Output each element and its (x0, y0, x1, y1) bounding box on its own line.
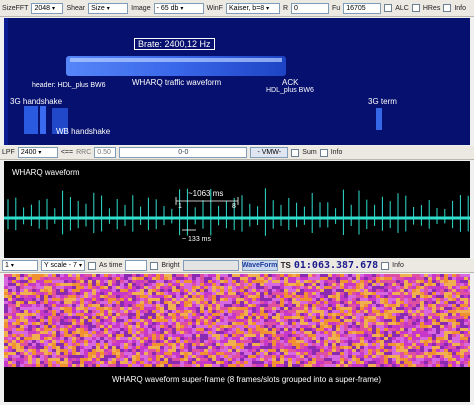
sizefft-select[interactable]: 2048 (31, 2, 64, 14)
term-3g-label: 3G term (368, 97, 397, 106)
ack-label: ACK (282, 78, 299, 87)
info-label-mid: Info (330, 149, 343, 156)
image-select[interactable]: - 65 db (153, 2, 204, 14)
filter-toolbar: LPF 2400 <== RRC 0.50 0-0 - VMW- Sum Inf… (0, 146, 474, 160)
header-note: header: HDL_plus BW6 (32, 82, 106, 89)
ack-note: HDL_plus BW6 (266, 87, 314, 94)
bright-checkbox[interactable] (150, 261, 159, 270)
lpf-label: LPF (2, 149, 15, 156)
channel-select[interactable]: 1 (2, 260, 38, 271)
fu-label: Fu (332, 4, 341, 12)
astime-label: As time (99, 262, 123, 269)
shear-select[interactable]: Size (88, 2, 129, 14)
traffic-label: WHARQ traffic waveform (132, 78, 222, 87)
r-label: R (282, 4, 289, 12)
superframe-caption: WHARQ waveform super-frame (8 frames/slo… (112, 375, 381, 384)
waveform-panel[interactable]: WHARQ waveform ~1063 ms 1 8 ~ 133 ms (4, 161, 470, 258)
astime-checkbox[interactable] (88, 261, 96, 270)
arrow-label: <== (60, 149, 74, 156)
rrc-input[interactable]: 0.50 (94, 147, 117, 158)
vmw-button[interactable]: - VMW- (250, 147, 289, 158)
sum-label: Sum (302, 149, 317, 156)
info-label-bottom: Info (392, 262, 404, 269)
waveform-title: WHARQ waveform (12, 168, 80, 177)
info-checkbox-mid[interactable] (319, 148, 328, 157)
marker-1: 1 (178, 203, 182, 210)
marker-8: 8 (232, 203, 236, 210)
range-field[interactable]: 0-0 (119, 147, 248, 158)
yscale-select[interactable]: Y scale - 7 (41, 260, 85, 271)
fu-input[interactable]: 16705 (343, 2, 382, 14)
hres-label: HRes (422, 4, 441, 12)
r-input[interactable]: 0 (291, 2, 330, 14)
ts-label: TS (280, 261, 291, 270)
info-checkbox-top[interactable] (443, 4, 452, 12)
bright-label: Bright (161, 262, 180, 269)
winf-label: WinF (206, 4, 223, 12)
alc-checkbox[interactable] (384, 4, 393, 12)
view-toolbar: 1 Y scale - 7 As time Bright WaveForm TS… (0, 259, 474, 273)
small-span-label: ~ 133 ms (182, 236, 211, 243)
span-label: ~1063 ms (188, 189, 224, 198)
rrc-label: RRC (76, 149, 92, 156)
lpf-select[interactable]: 2400 (17, 147, 58, 158)
brate-label: Brate: 2400,12 Hz (134, 38, 215, 50)
top-toolbar: SizeFFT 2048 Shear Size Image - 65 db Wi… (0, 0, 474, 17)
winf-select[interactable]: Kaiser, b=8 (225, 2, 280, 14)
hres-checkbox[interactable] (411, 4, 420, 12)
value-field[interactable] (125, 260, 148, 271)
handshake-3g-label: 3G handshake (10, 97, 63, 106)
alc-label: ALC (395, 4, 409, 12)
slider-track[interactable] (182, 260, 239, 271)
sizefft-label: SizeFFT (2, 4, 29, 12)
ts-value: 01:063.387.678 (293, 260, 379, 271)
shear-label: Shear (66, 4, 86, 12)
superframe-panel[interactable]: WHARQ waveform super-frame (8 frames/slo… (4, 274, 470, 402)
spectrogram-panel[interactable]: Brate: 2400,12 Hz header: HDL_plus BW6 W… (4, 18, 470, 145)
image-label: Image (131, 4, 151, 12)
waveform-button[interactable]: WaveForm (241, 260, 278, 271)
info-label-top: Info (454, 4, 467, 12)
wb-handshake-label: WB handshake (56, 127, 111, 136)
info-checkbox-bottom[interactable] (381, 261, 390, 270)
sum-checkbox[interactable] (291, 148, 300, 157)
